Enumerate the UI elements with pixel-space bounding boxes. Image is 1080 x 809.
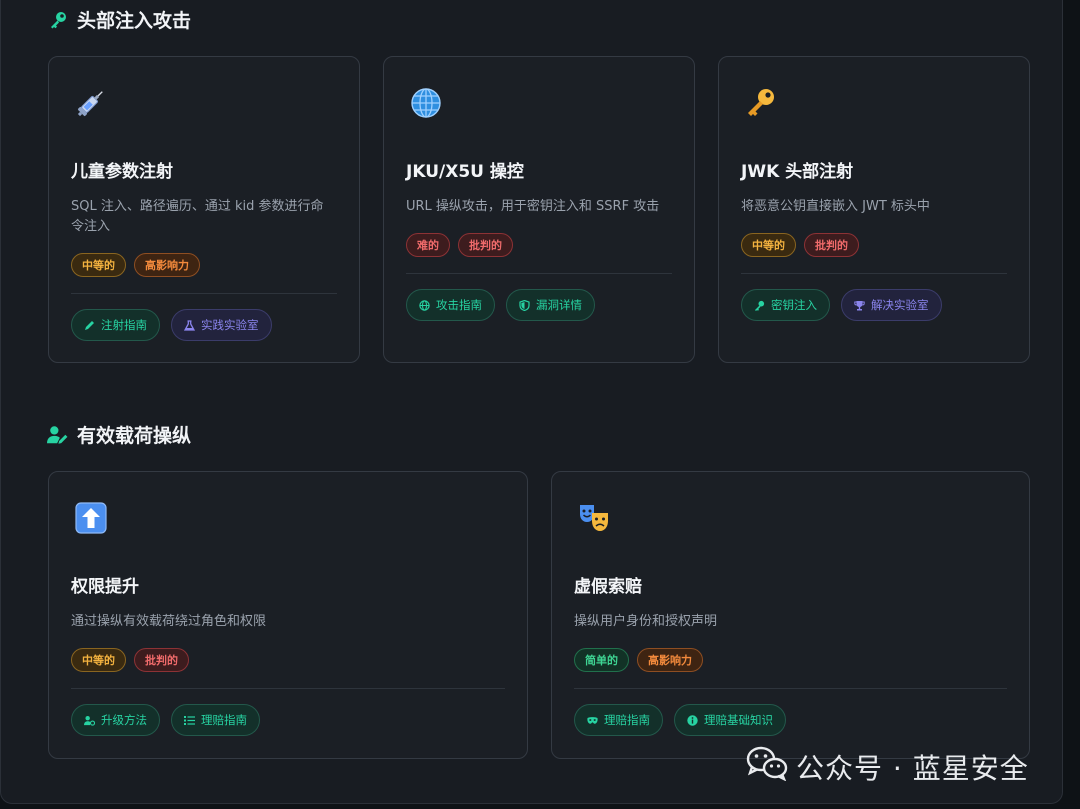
pen-icon (84, 320, 95, 331)
info-icon (687, 714, 698, 726)
card-divider (574, 688, 1007, 689)
key-injection-button[interactable]: 密钥注入 (741, 289, 830, 321)
difficulty-badge: 中等的 (71, 253, 126, 277)
tag-list: 简单的 高影响力 (574, 648, 703, 672)
difficulty-badge: 简单的 (574, 648, 629, 672)
difficulty-badge: 中等的 (741, 233, 796, 257)
card-actions: 密钥注入 解决实验室 (741, 289, 942, 321)
key-emoji-icon (743, 85, 779, 121)
escalation-methods-button[interactable]: 升级方法 (71, 704, 160, 736)
card-kid-injection[interactable]: 儿童参数注射 SQL 注入、路径遍历、通过 kid 参数进行命 令注入 中等的 … (48, 56, 360, 363)
section-title-text: 有效载荷操纵 (77, 425, 192, 447)
list-icon (184, 715, 195, 726)
card-actions: 攻击指南 漏洞详情 (406, 289, 595, 321)
claims-basics-button[interactable]: 理赔基础知识 (674, 704, 786, 736)
tag-list: 中等的 批判的 (71, 648, 189, 672)
card-false-claims[interactable]: 虚假索赔 操纵用户身份和授权声明 简单的 高影响力 理赔指南 理赔基础知识 (551, 471, 1030, 759)
card-description: URL 操纵攻击，用于密钥注入和 SSRF 攻击 (406, 197, 659, 217)
button-label: 密钥注入 (771, 298, 817, 312)
button-label: 攻击指南 (436, 298, 482, 312)
card-actions: 理赔指南 理赔基础知识 (574, 704, 786, 736)
difficulty-badge: 中等的 (71, 648, 126, 672)
mask-icon (587, 715, 598, 726)
card-actions: 注射指南 实践实验室 (71, 309, 272, 341)
impact-badge: 批判的 (134, 648, 189, 672)
injection-guide-button[interactable]: 注射指南 (71, 309, 160, 341)
section-title-header-injection: 头部注入攻击 (47, 6, 191, 33)
claims-guide-button[interactable]: 理赔指南 (171, 704, 260, 736)
card-description-line: 将恶意公钥直接嵌入 JWT 标头中 (741, 199, 930, 214)
card-description: SQL 注入、路径遍历、通过 kid 参数进行命 令注入 (71, 197, 324, 237)
card-description-line: SQL 注入、路径遍历、通过 kid 参数进行命 (71, 199, 324, 214)
solve-lab-button[interactable]: 解决实验室 (841, 289, 942, 321)
user-edit-icon (47, 424, 69, 446)
syringe-icon (73, 85, 109, 121)
card-jku-x5u[interactable]: JKU/X5U 操控 URL 操纵攻击，用于密钥注入和 SSRF 攻击 难的 批… (383, 56, 695, 363)
theater-masks-icon (576, 500, 612, 536)
card-description-line: 通过操纵有效载荷绕过角色和权限 (71, 614, 267, 629)
card-description: 通过操纵有效载荷绕过角色和权限 (71, 612, 266, 632)
button-label: 理赔基础知识 (704, 713, 773, 727)
card-title: JKU/X5U 操控 (406, 162, 524, 182)
impact-badge: 批判的 (458, 233, 513, 257)
card-description: 操纵用户身份和授权声明 (574, 612, 717, 632)
difficulty-badge: 难的 (406, 233, 450, 257)
impact-badge: 高影响力 (134, 253, 200, 277)
impact-badge: 批判的 (804, 233, 859, 257)
user-cog-icon (84, 715, 95, 726)
globe-icon (408, 85, 444, 121)
up-arrow-icon (73, 500, 109, 536)
key-small-icon (754, 300, 765, 311)
tag-list: 中等的 批判的 (741, 233, 859, 257)
flask-icon (184, 319, 195, 331)
practice-lab-button[interactable]: 实践实验室 (171, 309, 272, 341)
card-description-line: 令注入 (71, 219, 111, 234)
watermark: 公众号 · 蓝星安全 (746, 745, 1029, 788)
button-label: 注射指南 (101, 318, 147, 332)
section-title-text: 头部注入攻击 (77, 10, 192, 32)
card-title: 权限提升 (71, 577, 139, 597)
wechat-icon (746, 745, 788, 788)
card-privilege-escalation[interactable]: 权限提升 通过操纵有效载荷绕过角色和权限 中等的 批判的 升级方法 理赔指南 (48, 471, 528, 759)
section-title-payload-manipulation: 有效载荷操纵 (47, 421, 191, 448)
key-icon (47, 9, 69, 31)
card-divider (71, 293, 337, 294)
shield-icon (519, 299, 530, 311)
card-divider (741, 273, 1007, 274)
card-divider (406, 273, 672, 274)
card-description-line: URL 操纵攻击，用于密钥注入和 SSRF 攻击 (406, 199, 660, 214)
claims-guide-button[interactable]: 理赔指南 (574, 704, 663, 736)
watermark-text: 公众号 · 蓝星安全 (796, 751, 1029, 785)
impact-badge: 高影响力 (637, 648, 703, 672)
button-label: 理赔指南 (201, 713, 247, 727)
button-label: 升级方法 (101, 713, 147, 727)
card-title: JWK 头部注射 (741, 162, 854, 182)
card-divider (71, 688, 505, 689)
card-title: 儿童参数注射 (71, 162, 173, 182)
globe-small-icon (419, 299, 430, 311)
card-title: 虚假索赔 (574, 577, 642, 597)
card-jwk-injection[interactable]: JWK 头部注射 将恶意公钥直接嵌入 JWT 标头中 中等的 批判的 密钥注入 … (718, 56, 1030, 363)
card-actions: 升级方法 理赔指南 (71, 704, 260, 736)
button-label: 实践实验室 (201, 318, 259, 332)
vulnerability-details-button[interactable]: 漏洞详情 (506, 289, 595, 321)
tag-list: 中等的 高影响力 (71, 253, 200, 277)
button-label: 漏洞详情 (536, 298, 582, 312)
card-description: 将恶意公钥直接嵌入 JWT 标头中 (741, 197, 930, 217)
card-description-line: 操纵用户身份和授权声明 (574, 614, 718, 629)
attack-guide-button[interactable]: 攻击指南 (406, 289, 495, 321)
button-label: 解决实验室 (871, 298, 929, 312)
button-label: 理赔指南 (604, 713, 650, 727)
trophy-icon (854, 300, 865, 311)
tag-list: 难的 批判的 (406, 233, 513, 257)
